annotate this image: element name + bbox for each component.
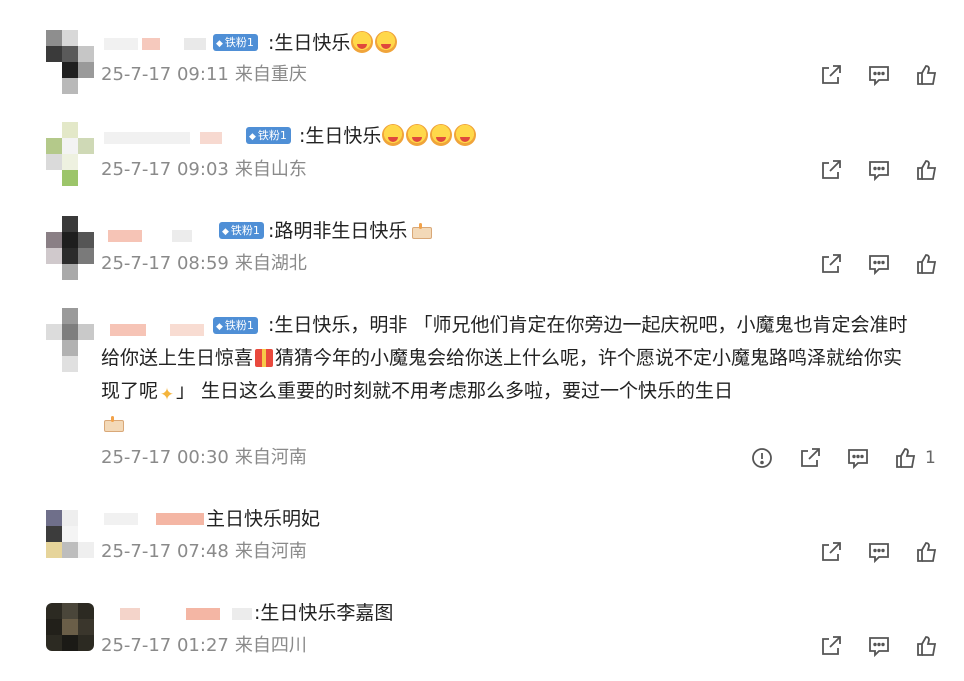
comment-text-line-2: 给你送上生日惊喜 猜猜今年的小魔鬼会给你送上什么呢，许个愿说不定小魔鬼路鸣泽就给你… xyxy=(101,347,903,369)
comment-icon[interactable] xyxy=(867,540,891,564)
comment-icon[interactable] xyxy=(867,252,891,276)
sparkle-emoji-icon: ✦ xyxy=(159,385,175,405)
username[interactable] xyxy=(104,604,254,624)
share-icon[interactable] xyxy=(819,252,843,276)
comment-actions xyxy=(0,158,964,184)
comment-text: 主日快乐明妃 xyxy=(206,508,321,530)
grinning-face-emoji-icon xyxy=(430,124,453,146)
comment-text: :生日快乐 xyxy=(268,27,398,60)
fan-badge[interactable]: ◆ 铁粉1 xyxy=(213,34,258,51)
avatar[interactable] xyxy=(46,308,94,372)
comment-icon[interactable] xyxy=(867,158,891,182)
comment-icon[interactable] xyxy=(867,634,891,658)
grinning-face-emoji-icon xyxy=(406,124,429,146)
thumbs-up-icon[interactable] xyxy=(915,634,939,658)
thumbs-up-icon[interactable] xyxy=(894,446,918,470)
comment-text: :路明非生日快乐 xyxy=(268,215,433,248)
thumbs-up-icon[interactable] xyxy=(915,252,939,276)
share-icon[interactable] xyxy=(819,540,843,564)
share-icon[interactable] xyxy=(819,158,843,182)
username[interactable] xyxy=(104,320,210,340)
comment-actions xyxy=(0,540,964,566)
comment-actions xyxy=(0,63,964,89)
cake-emoji-icon xyxy=(103,416,124,432)
grinning-face-emoji-icon xyxy=(382,124,405,146)
cake-emoji-icon xyxy=(411,223,433,239)
comment-actions xyxy=(0,252,964,278)
comment-text-line-3: 现了呢 ✦」 生日这么重要的时刻就不用考虑那么多啦，要过一个快乐的生日 xyxy=(101,380,734,405)
laughing-face-emoji-icon xyxy=(375,31,398,53)
comment-icon[interactable] xyxy=(867,63,891,87)
comment-text: :生日快乐 xyxy=(299,120,477,153)
username[interactable] xyxy=(104,509,204,529)
comment-text-line-1: :生日快乐，明非 「师兄他们肯定在你旁边一起庆祝吧，小魔鬼也肯定会准时 xyxy=(268,314,908,336)
report-icon[interactable] xyxy=(750,446,774,470)
diamond-icon: ◆ xyxy=(249,132,256,142)
diamond-icon: ◆ xyxy=(216,39,223,49)
comment-text-line-4 xyxy=(101,408,124,441)
username[interactable] xyxy=(104,34,208,54)
fan-badge[interactable]: ◆ 铁粉1 xyxy=(213,317,258,334)
fan-badge[interactable]: ◆ 铁粉1 xyxy=(219,222,264,239)
diamond-icon: ◆ xyxy=(222,227,229,237)
username[interactable] xyxy=(104,128,244,148)
diamond-icon: ◆ xyxy=(216,322,223,332)
like-count: 1 xyxy=(925,448,936,468)
fan-badge[interactable]: ◆ 铁粉1 xyxy=(246,127,291,144)
thumbs-up-icon[interactable] xyxy=(915,63,939,87)
share-icon[interactable] xyxy=(819,634,843,658)
comment-feed: ◆ 铁粉1 :生日快乐 25-7-17 09:11 来自重庆 ◆ 铁粉1:生日… xyxy=(0,0,964,681)
laughing-face-emoji-icon xyxy=(351,31,374,53)
comment-text: :生日快乐李嘉图 xyxy=(254,602,394,624)
comment-actions: 1 xyxy=(0,446,964,472)
username[interactable] xyxy=(104,226,216,246)
thumbs-up-icon[interactable] xyxy=(915,540,939,564)
gift-emoji-icon xyxy=(255,349,274,367)
share-icon[interactable] xyxy=(798,446,822,470)
thumbs-up-icon[interactable] xyxy=(915,158,939,182)
comment-actions xyxy=(0,634,964,660)
comment-icon[interactable] xyxy=(846,446,870,470)
grinning-face-emoji-icon xyxy=(454,124,477,146)
share-icon[interactable] xyxy=(819,63,843,87)
